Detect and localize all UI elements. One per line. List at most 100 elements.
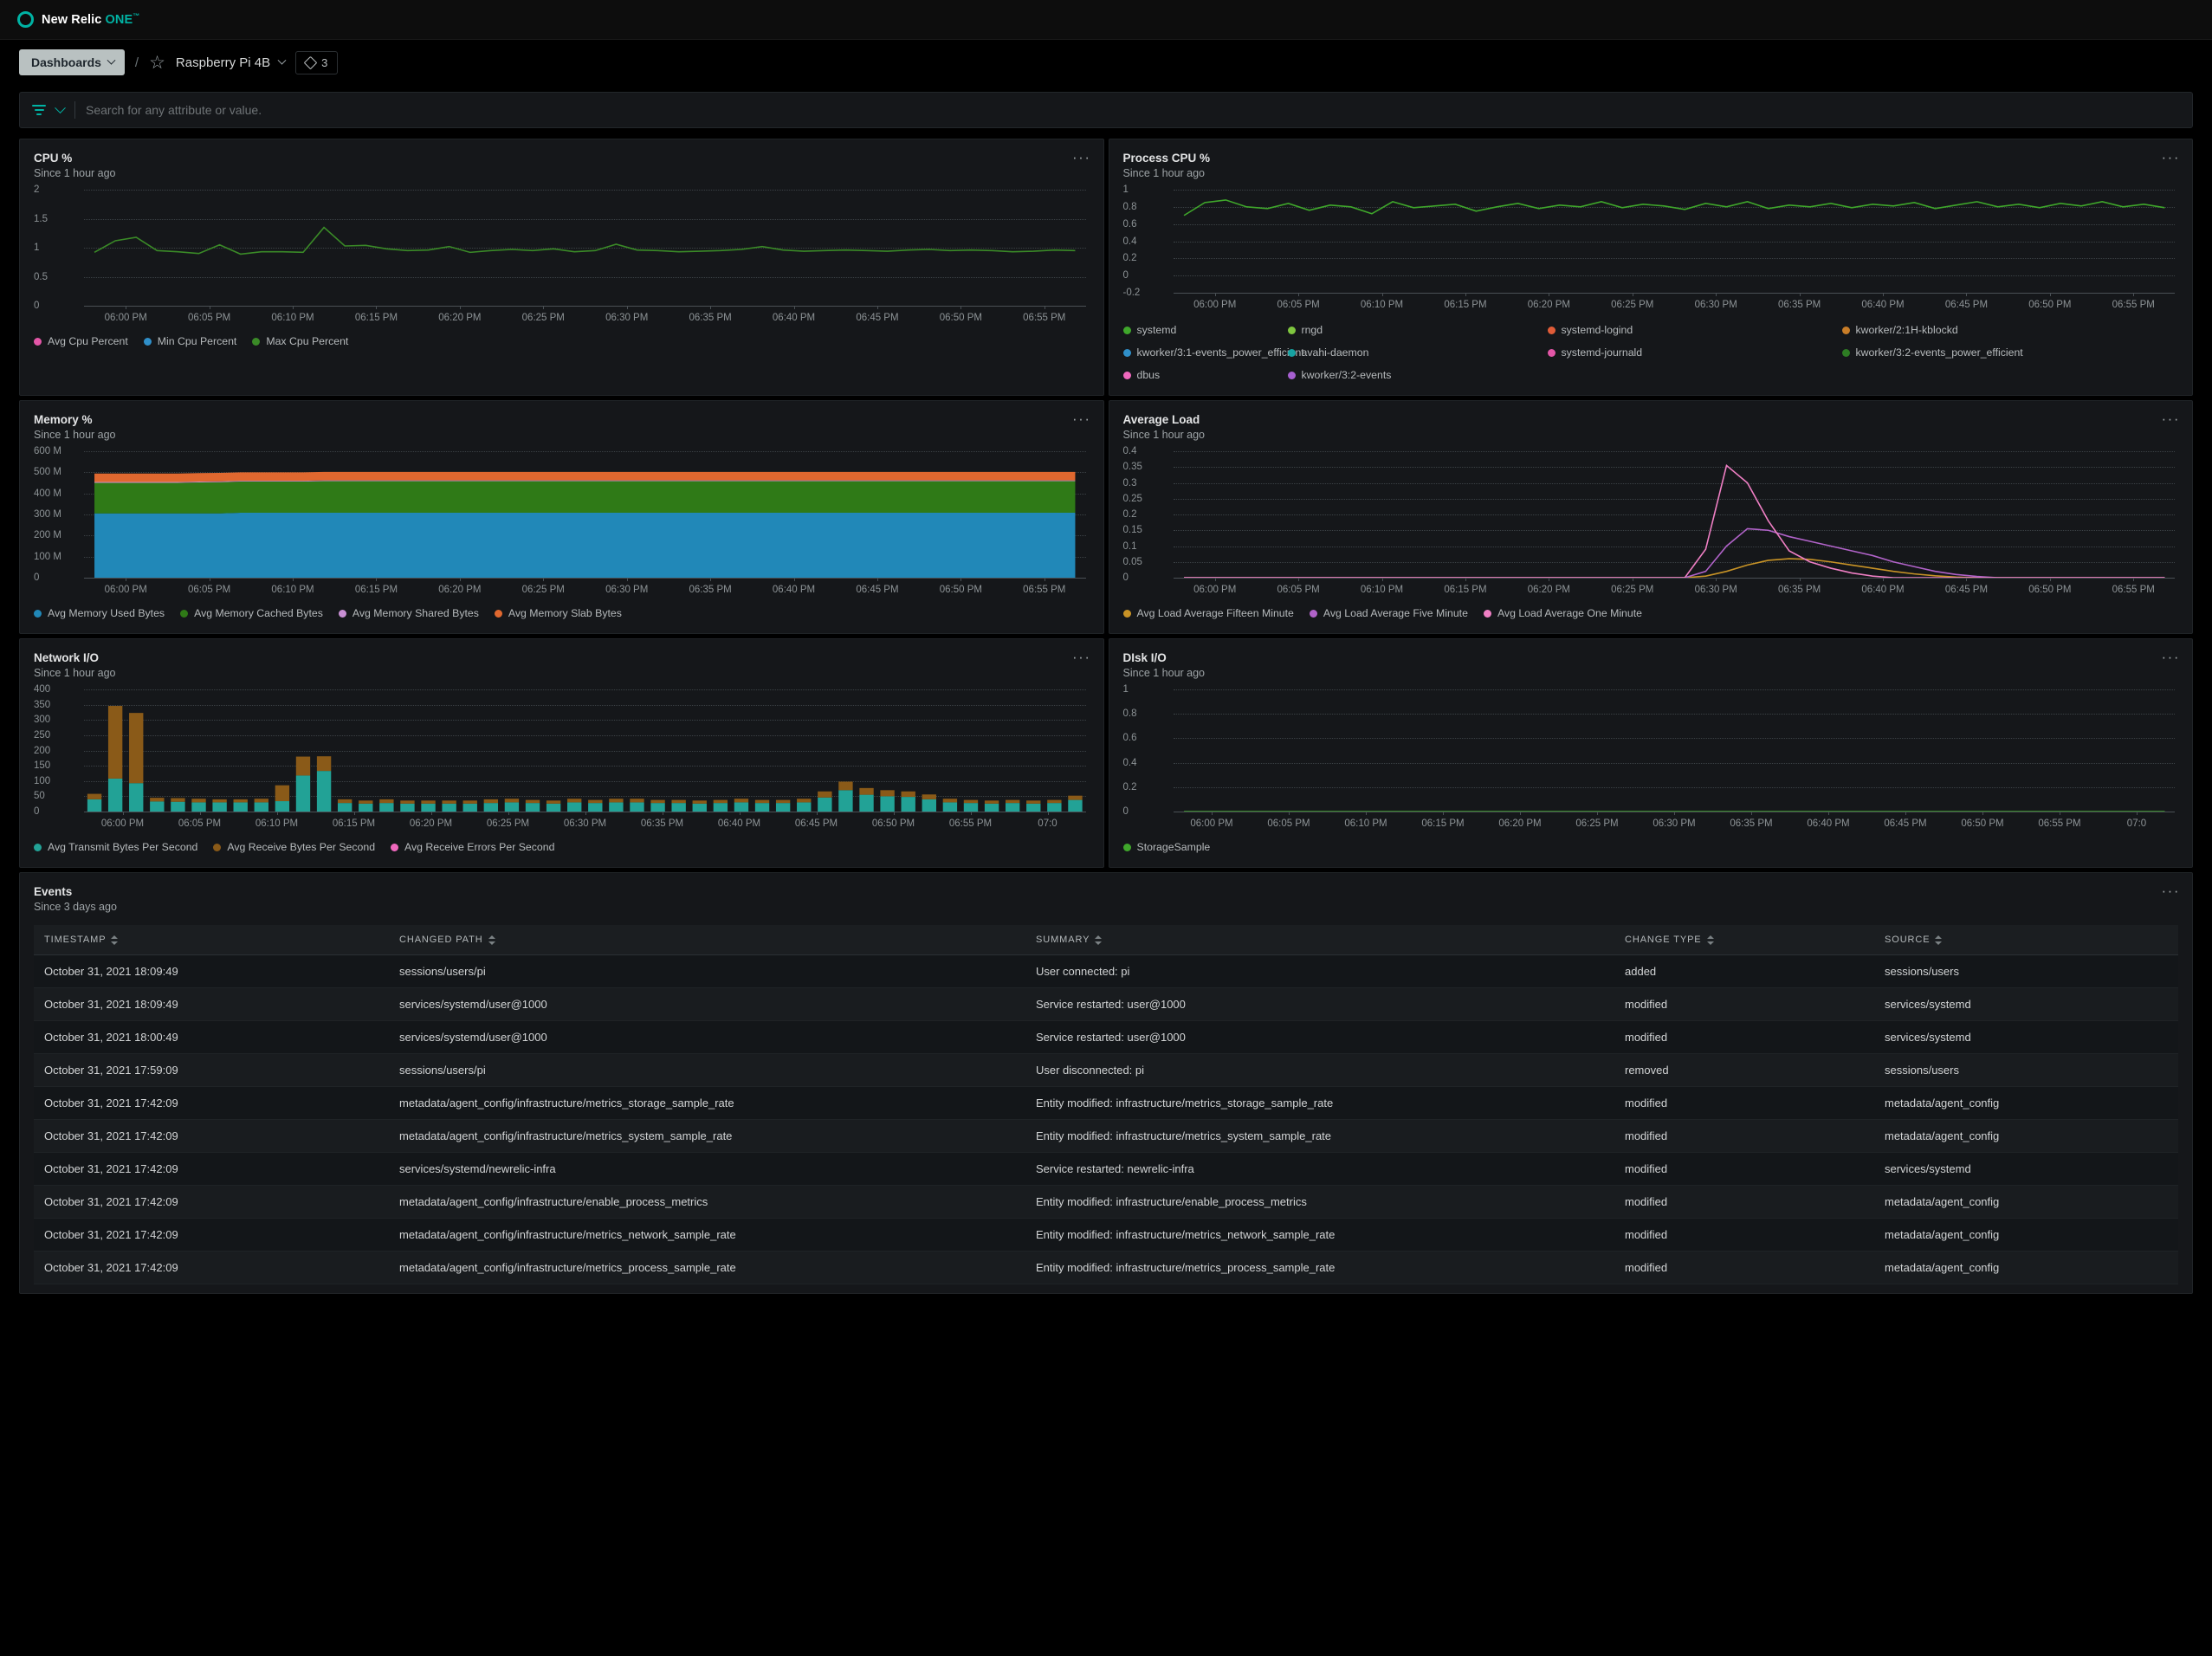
panel-menu-button[interactable]: ··· — [2162, 150, 2180, 165]
x-axis-tick-label: 06:35 PM — [1730, 818, 1773, 829]
legend-item[interactable]: Avg Load Average One Minute — [1483, 607, 1642, 619]
legend-item[interactable]: dbus — [1122, 369, 1272, 381]
x-axis-tick — [876, 578, 878, 581]
legend-item[interactable]: kworker/3:1-events_power_efficient — [1122, 346, 1304, 359]
chevron-down-icon[interactable] — [55, 101, 66, 113]
table-row[interactable]: October 31, 2021 17:42:09 metadata/agent_… — [34, 1185, 2178, 1219]
table-cell: metadata/agent_config/infrastructure/met… — [389, 1119, 1025, 1153]
x-axis-tick-label: 06:15 PM — [1444, 300, 1487, 310]
panel-memory: Memory % Since 1 hour ago ··· 0 100 M 200 … — [19, 400, 1104, 634]
events-table: TIMESTAMP CHANGED PATH SUMMARY CHANGE TYPE S… — [34, 925, 2178, 1284]
network-chart[interactable]: 0 50 100 150 200 250 300 350 400 06:00 PM 06:05 PM… — [34, 684, 1090, 834]
legend-label: dbus — [1136, 369, 1161, 381]
legend-item[interactable]: kworker/2:1H-kblockd — [1841, 324, 2052, 336]
legend-label: Avg Memory Slab Bytes — [508, 607, 622, 619]
table-column-header[interactable]: TIMESTAMP — [34, 925, 389, 955]
table-row[interactable]: October 31, 2021 18:09:49 sessions/users/… — [34, 954, 2178, 988]
legend-item[interactable]: kworker/3:2-events — [1287, 369, 1532, 381]
table-column-header[interactable]: SUMMARY — [1025, 925, 1614, 955]
legend-item[interactable]: avahi-daemon — [1287, 346, 1532, 359]
dashboards-dropdown[interactable]: Dashboards — [19, 49, 125, 75]
x-axis-tick — [1828, 812, 1829, 815]
table-row[interactable]: October 31, 2021 17:59:09 sessions/users/… — [34, 1053, 2178, 1087]
table-cell: modified — [1614, 1020, 1874, 1054]
legend-item[interactable]: Avg Load Average Fifteen Minute — [1122, 607, 1294, 619]
table-column-header[interactable]: SOURCE — [1874, 925, 2178, 955]
legend-item[interactable]: Avg Transmit Bytes Per Second — [34, 841, 197, 853]
legend-item[interactable]: Avg Memory Used Bytes — [34, 607, 165, 619]
y-axis-tick-label: 0.25 — [1122, 493, 1142, 504]
table-row[interactable]: October 31, 2021 18:09:49 services/system… — [34, 987, 2178, 1021]
x-axis-tick-label: 06:30 PM — [563, 818, 607, 829]
table-cell: metadata/agent_config — [1874, 1251, 2178, 1284]
x-axis-tick-label: 06:55 PM — [948, 818, 993, 829]
y-axis-tick-label: 200 — [34, 745, 51, 756]
table-row[interactable]: October 31, 2021 18:00:49 services/system… — [34, 1020, 2178, 1054]
x-axis-tick-label: 06:35 PM — [689, 585, 732, 595]
sort-arrows-icon — [1095, 935, 1103, 945]
search-input[interactable] — [86, 103, 2180, 117]
legend-item[interactable]: Avg Load Average Five Minute — [1309, 607, 1468, 619]
x-axis-tick — [1597, 812, 1598, 815]
panel-subtitle: Since 1 hour ago — [34, 429, 116, 441]
disk-legend: StorageSample — [1122, 841, 2179, 858]
panel-network: Network I/O Since 1 hour ago ··· 0 50 100 1… — [19, 638, 1104, 868]
legend-color-dot — [494, 609, 502, 618]
legend-item[interactable]: systemd — [1122, 324, 1272, 336]
legend-item[interactable]: Avg Memory Cached Bytes — [180, 607, 323, 619]
legend-color-dot — [1122, 348, 1131, 357]
legend-item[interactable]: Avg Cpu Percent — [34, 335, 128, 347]
panel-title: Network I/O — [34, 651, 100, 664]
y-axis-tick-label: 0.5 — [34, 271, 48, 282]
panel-menu-button[interactable]: ··· — [2162, 883, 2180, 898]
tag-count-badge[interactable]: 3 — [295, 50, 339, 74]
legend-label: Avg Receive Bytes Per Second — [227, 841, 376, 853]
table-column-header[interactable]: CHANGED PATH — [389, 925, 1025, 955]
panel-subtitle: Since 1 hour ago — [34, 167, 116, 179]
x-axis-tick — [293, 578, 294, 581]
legend-label: Avg Cpu Percent — [48, 335, 128, 347]
legend-item[interactable]: Min Cpu Percent — [143, 335, 236, 347]
table-cell: added — [1614, 954, 1874, 988]
legend-item[interactable]: systemd-journald — [1547, 346, 1827, 359]
table-row[interactable]: October 31, 2021 17:42:09 metadata/agent_… — [34, 1218, 2178, 1252]
memory-chart[interactable]: 0 100 M 200 M 300 M 400 M 500 M 600 M 06:00 PM 0… — [34, 446, 1090, 600]
legend-item[interactable]: rngd — [1287, 324, 1532, 336]
legend-item[interactable]: kworker/3:2-events_power_efficient — [1841, 346, 2052, 359]
x-axis-tick-label: 06:20 PM — [409, 818, 453, 829]
panel-menu-button[interactable]: ··· — [1072, 150, 1090, 165]
process-cpu-chart[interactable]: -0.2 0 0.2 0.4 0.6 0.8 1 06:00 PM 06:05 PM 06:10 … — [1123, 184, 2179, 315]
x-axis-tick-label: 06:10 PM — [271, 585, 314, 595]
panel-menu-button[interactable]: ··· — [1072, 650, 1090, 664]
table-cell: metadata/agent_config/infrastructure/met… — [389, 1251, 1025, 1284]
panel-menu-button[interactable]: ··· — [1072, 411, 1090, 426]
legend-item[interactable]: systemd-logind — [1547, 324, 1827, 336]
legend-item[interactable]: Avg Memory Slab Bytes — [494, 607, 622, 619]
legend-item[interactable]: Max Cpu Percent — [252, 335, 348, 347]
cpu-chart[interactable]: 0 0.5 1 1.5 2 06:00 PM 06:05 PM 06:10 PM 06:15 P… — [34, 184, 1090, 328]
table-row[interactable]: October 31, 2021 17:42:09 services/system… — [34, 1152, 2178, 1186]
x-axis-tick-label: 06:05 PM — [188, 313, 231, 323]
app-header: New Relic ONE™ — [0, 0, 2212, 40]
table-cell: Entity modified: infrastructure/metrics_… — [1025, 1086, 1614, 1120]
legend-item[interactable]: StorageSample — [1122, 841, 1210, 853]
funnel-icon[interactable] — [32, 104, 46, 116]
table-row[interactable]: October 31, 2021 17:42:09 metadata/agent_… — [34, 1119, 2178, 1153]
avg-load-chart[interactable]: 0 0.05 0.1 0.15 0.2 0.25 0.3 0.35 0.4 06:00 PM 06:… — [1122, 446, 2179, 600]
table-row[interactable]: October 31, 2021 17:42:09 metadata/agent_… — [34, 1251, 2178, 1284]
x-axis-tick — [2133, 578, 2135, 581]
star-icon[interactable]: ☆ — [149, 54, 165, 72]
panel-menu-button[interactable]: ··· — [2162, 650, 2180, 664]
table-column-header[interactable]: CHANGE TYPE — [1614, 925, 1874, 955]
entity-dropdown[interactable]: Raspberry Pi 4B — [176, 55, 287, 70]
legend-item[interactable]: Avg Memory Shared Bytes — [338, 607, 479, 619]
legend-color-dot — [1122, 326, 1131, 334]
panel-menu-button[interactable]: ··· — [2162, 411, 2180, 426]
table-row[interactable]: October 31, 2021 17:42:09 metadata/agent_… — [34, 1086, 2178, 1120]
disk-chart[interactable]: 0 0.2 0.4 0.6 0.8 1 06:00 PM 06:05 PM 06:10 PM 06… — [1123, 684, 2179, 834]
legend-label: Avg Load Average Fifteen Minute — [1136, 607, 1294, 619]
y-axis-tick-label: 400 — [34, 684, 51, 695]
legend-item[interactable]: Avg Receive Bytes Per Second — [213, 841, 375, 853]
x-axis-tick-label: 06:05 PM — [1267, 818, 1310, 829]
legend-item[interactable]: Avg Receive Errors Per Second — [391, 841, 554, 853]
